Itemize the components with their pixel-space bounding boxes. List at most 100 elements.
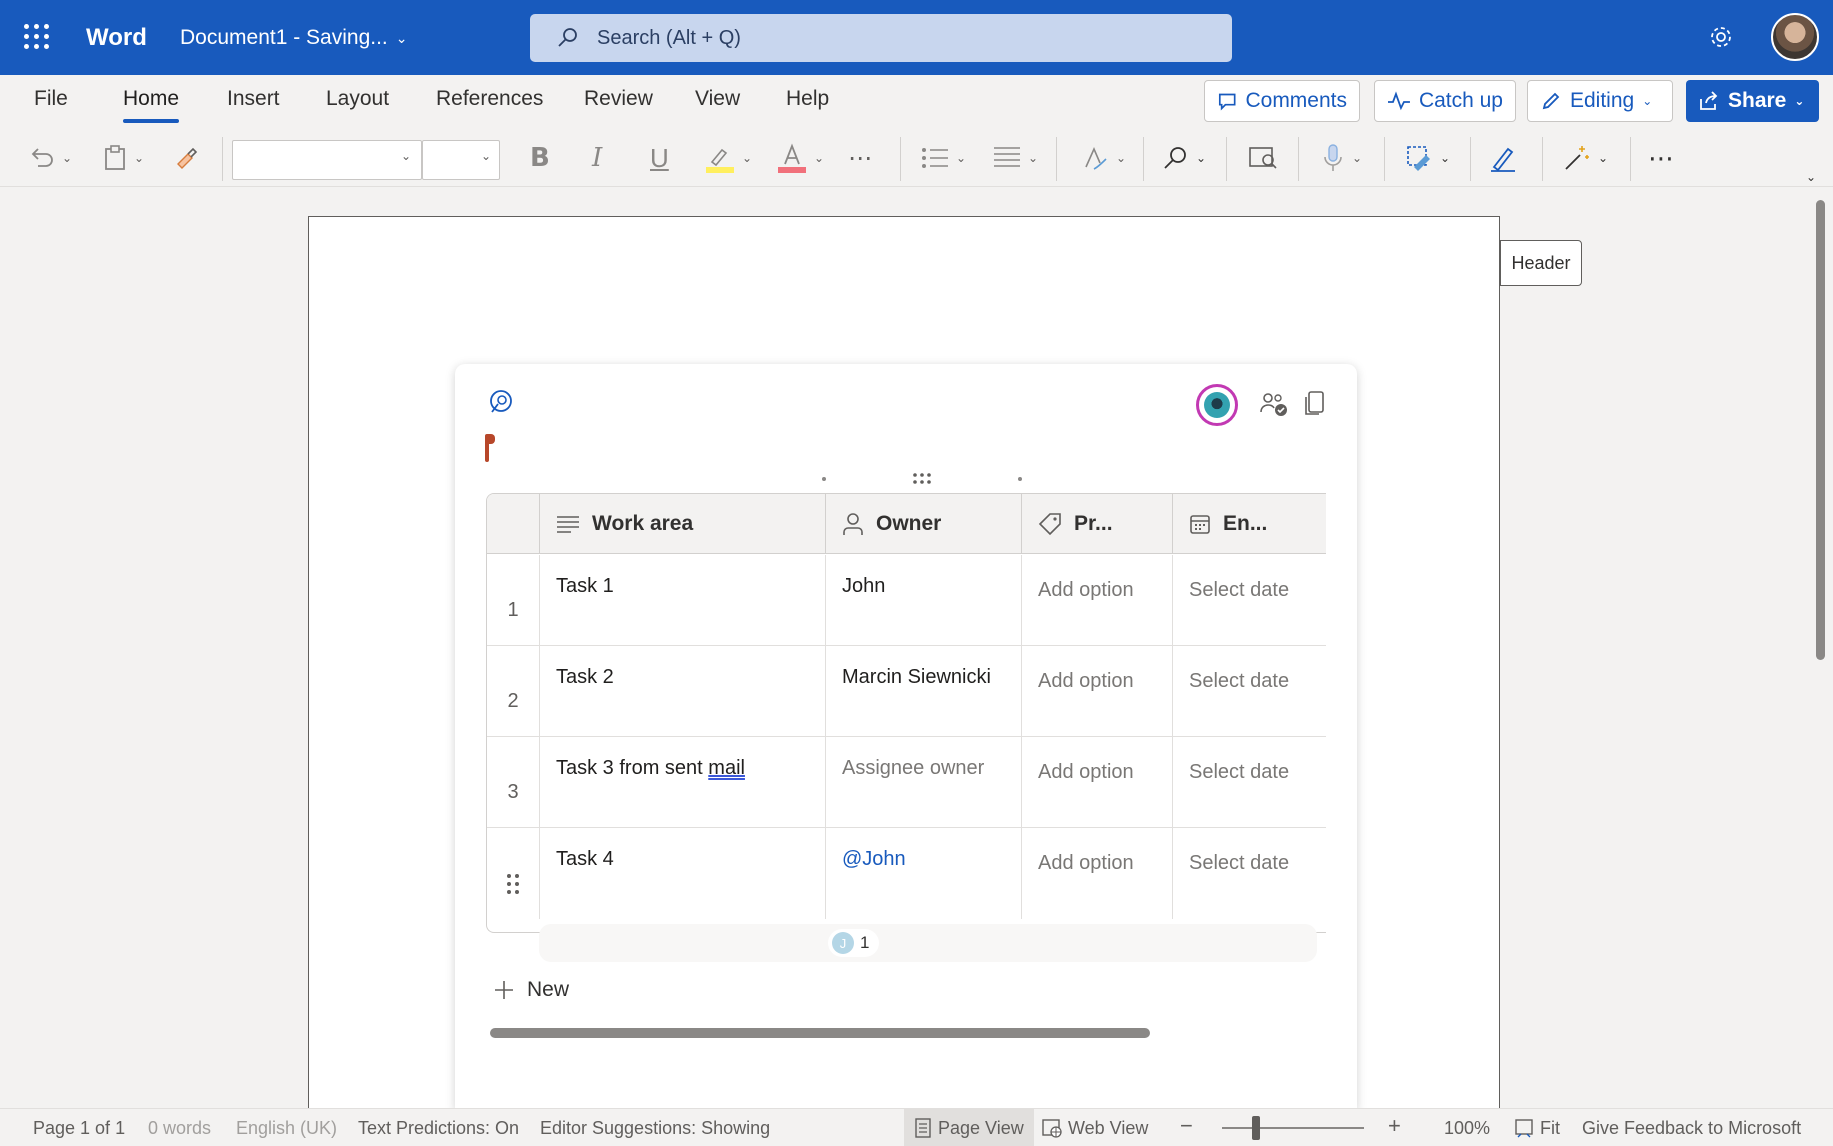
document-name[interactable]: Document1 - Saving... ⌄: [180, 26, 408, 50]
app-name[interactable]: Word: [86, 24, 147, 52]
column-handle-dot[interactable]: [1018, 477, 1022, 481]
column-header-label: Owner: [876, 512, 942, 535]
zoom-slider[interactable]: [1222, 1127, 1364, 1129]
chevron-down-icon: ⌄: [1352, 151, 1363, 165]
page-count[interactable]: Page 1 of 1: [33, 1118, 125, 1139]
font-color-button[interactable]: ⌄: [776, 141, 824, 175]
cell-work-area[interactable]: Task 1: [539, 555, 825, 646]
cell-owner-mention[interactable]: @John: [825, 828, 1021, 919]
editing-mode-button[interactable]: Editing ⌄: [1527, 80, 1673, 122]
cell-priority[interactable]: Add option: [1021, 555, 1172, 646]
loop-icon[interactable]: [487, 388, 515, 416]
web-view-button[interactable]: Web View: [1032, 1109, 1158, 1146]
tab-layout[interactable]: Layout: [326, 87, 389, 111]
paste-button[interactable]: ⌄: [102, 141, 144, 175]
catch-up-button[interactable]: Catch up: [1374, 80, 1516, 122]
cell-owner[interactable]: John: [825, 555, 1021, 646]
copilot-rewrite-button[interactable]: ⌄: [1562, 141, 1608, 175]
new-row-button[interactable]: New: [493, 978, 569, 1002]
highlight-button[interactable]: ⌄: [704, 141, 752, 175]
tab-view[interactable]: View: [695, 87, 740, 111]
column-header-owner[interactable]: Owner: [825, 494, 1021, 554]
scrollbar-thumb[interactable]: [1816, 200, 1825, 660]
loop-component-card[interactable]: Work area Owner Pr... En... 1 Task 1 Joh…: [455, 364, 1357, 1110]
column-header-priority[interactable]: Pr...: [1021, 494, 1172, 554]
settings-gear-icon[interactable]: [1708, 24, 1734, 50]
language[interactable]: English (UK): [236, 1118, 337, 1139]
share-button[interactable]: Share ⌄: [1686, 80, 1819, 122]
cell-work-area[interactable]: Task 3 from sent mail: [539, 737, 825, 828]
editor-button[interactable]: [1488, 141, 1518, 175]
cell-end-date[interactable]: Select date: [1172, 646, 1326, 737]
feedback-link[interactable]: Give Feedback to Microsoft: [1582, 1118, 1801, 1139]
presence-chip[interactable]: J 1: [828, 929, 880, 957]
tab-home[interactable]: Home: [123, 87, 180, 123]
header-label[interactable]: Header: [1500, 240, 1582, 286]
drag-handle-icon[interactable]: [912, 472, 932, 491]
column-header-work-area[interactable]: Work area: [539, 494, 825, 554]
column-header-end-date[interactable]: En...: [1172, 494, 1326, 554]
collaborator-cursor-flag: [485, 434, 495, 462]
page-view-button[interactable]: Page View: [904, 1109, 1034, 1146]
collaborator-avatar[interactable]: [1196, 384, 1238, 426]
calendar-icon: [1190, 515, 1210, 534]
cell-end-date[interactable]: Select date: [1172, 555, 1326, 646]
chevron-down-icon: ⌄: [814, 151, 825, 165]
editor-suggestions-status[interactable]: Editor Suggestions: Showing: [540, 1118, 770, 1139]
cell-end-date[interactable]: Select date: [1172, 828, 1326, 919]
tab-review[interactable]: Review: [584, 87, 653, 111]
user-avatar[interactable]: [1771, 13, 1819, 61]
more-options-button[interactable]: ⋯: [1648, 141, 1674, 175]
zoom-level[interactable]: 100%: [1444, 1118, 1490, 1139]
horizontal-scrollbar[interactable]: [490, 1028, 1150, 1038]
underline-button[interactable]: U: [650, 141, 669, 175]
cell-owner-placeholder[interactable]: Assignee owner: [825, 737, 1021, 828]
column-header-label: Pr...: [1074, 512, 1113, 535]
app-launcher-icon[interactable]: [24, 24, 50, 50]
text-predictions-status[interactable]: Text Predictions: On: [358, 1118, 519, 1139]
toolbar-divider: [1143, 137, 1144, 181]
alignment-button[interactable]: ⌄: [992, 141, 1038, 175]
zoom-out-button[interactable]: −: [1180, 1113, 1193, 1139]
sensitivity-button[interactable]: ⌄: [1404, 141, 1450, 175]
tab-help[interactable]: Help: [786, 87, 829, 111]
cell-priority[interactable]: Add option: [1021, 828, 1172, 919]
tab-file[interactable]: File: [34, 87, 68, 111]
italic-button[interactable]: I: [592, 141, 602, 175]
font-size-dropdown[interactable]: ⌄: [422, 140, 500, 180]
tab-insert[interactable]: Insert: [227, 87, 280, 111]
dictate-button[interactable]: ⌄: [1320, 141, 1362, 175]
cell-end-date[interactable]: Select date: [1172, 737, 1326, 828]
comments-button[interactable]: Comments: [1204, 80, 1360, 122]
cell-priority[interactable]: Add option: [1021, 737, 1172, 828]
immersive-reader-button[interactable]: [1248, 141, 1278, 175]
fit-button[interactable]: Fit: [1504, 1109, 1570, 1146]
find-button[interactable]: ⌄: [1162, 141, 1206, 175]
word-count[interactable]: 0 words: [148, 1118, 211, 1139]
zoom-slider-thumb[interactable]: [1252, 1116, 1260, 1140]
table-row[interactable]: 3 Task 3 from sent mail Assignee owner A…: [487, 737, 1326, 828]
table-row[interactable]: Task 4 @John Add option Select date: [487, 828, 1326, 919]
copy-icon[interactable]: [1303, 390, 1327, 418]
cell-owner[interactable]: Marcin Siewnicki: [825, 646, 1021, 737]
row-drag-handle[interactable]: [487, 828, 539, 919]
cell-priority[interactable]: Add option: [1021, 646, 1172, 737]
undo-button[interactable]: ⌄: [28, 141, 72, 175]
more-font-options-button[interactable]: ⋯: [848, 141, 874, 175]
cell-work-area[interactable]: Task 2: [539, 646, 825, 737]
bold-button[interactable]: B: [530, 141, 550, 175]
cell-work-area[interactable]: Task 4: [539, 828, 825, 919]
styles-button[interactable]: ⌄: [1080, 141, 1126, 175]
tab-references[interactable]: References: [436, 87, 543, 111]
format-painter-button[interactable]: [172, 141, 200, 175]
table-row[interactable]: 2 Task 2 Marcin Siewnicki Add option Sel…: [487, 646, 1326, 737]
table-row[interactable]: 1 Task 1 John Add option Select date: [487, 555, 1326, 646]
search-box[interactable]: Search (Alt + Q): [530, 14, 1232, 62]
vertical-scrollbar[interactable]: [1808, 188, 1833, 1108]
spelling-flag[interactable]: mail: [708, 757, 745, 779]
bullets-button[interactable]: ⌄: [920, 141, 966, 175]
font-name-dropdown[interactable]: ⌄: [232, 140, 422, 180]
zoom-in-button[interactable]: +: [1388, 1113, 1401, 1139]
column-handle-dot[interactable]: [822, 477, 826, 481]
people-share-icon[interactable]: [1259, 390, 1289, 418]
